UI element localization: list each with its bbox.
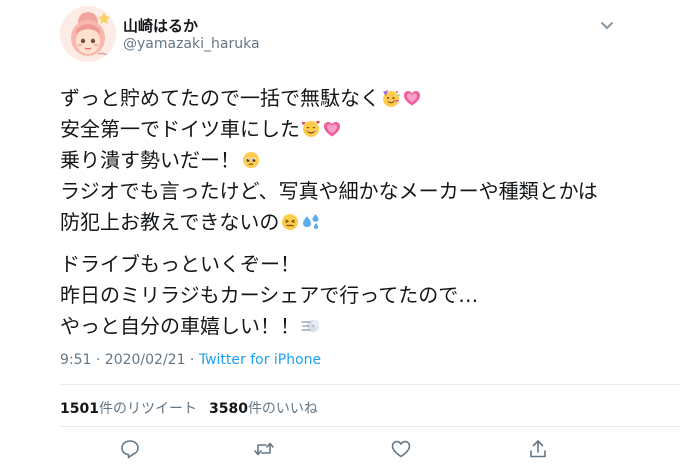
tweet-line: ずっと貯めてたので一括で無駄なく: [60, 83, 660, 114]
divider: [60, 384, 680, 385]
tweet-card: 山崎はるか @yamazaki_haruka ずっと貯めてたので一括で無駄なく安…: [0, 0, 680, 469]
retweet-button[interactable]: [253, 438, 275, 460]
heart-icon: [391, 440, 411, 458]
tweet-line: 昨日のミリラジもカーシェアで行ってたので…: [60, 280, 660, 311]
tweet-line-text: 乗り潰す勢いだー！: [60, 148, 240, 172]
retweet-label: 件のリツイート: [98, 401, 197, 417]
share-button[interactable]: [527, 438, 549, 460]
retweet-icon: [254, 442, 274, 456]
growing-heart-emoji: [402, 88, 422, 108]
tweet-line-text: ラジオでも言ったけど、写真や細かなメーカーや種類とかは: [60, 179, 598, 203]
tweet-line: やっと自分の車嬉しい！！: [60, 311, 660, 342]
partying-face-emoji: [381, 88, 401, 108]
avatar[interactable]: [60, 6, 116, 62]
share-icon: [530, 440, 546, 458]
tweet-stats: 1501件のリツイート 3580件のいいね: [60, 398, 318, 418]
retweet-stat[interactable]: 1501件のリツイート: [60, 401, 197, 417]
reply-button[interactable]: [119, 438, 141, 460]
like-button[interactable]: [390, 438, 412, 460]
tweet-line: 乗り潰す勢いだー！: [60, 145, 660, 176]
like-count: 3580: [208, 401, 248, 417]
tweet-line: ラジオでも言ったけど、写真や細かなメーカーや種類とかは: [60, 176, 660, 207]
pleading-face-emoji: [241, 150, 261, 170]
tweet-line: ドライブもっといくぞー！: [60, 249, 660, 280]
tweet-line-text: ドライブもっといくぞー！: [60, 252, 300, 276]
tweet-line-text: 安全第一でドイツ車にした: [60, 117, 300, 141]
user-handle[interactable]: @yamazaki_haruka: [123, 36, 260, 52]
sweat-droplets-emoji: [301, 212, 321, 232]
chevron-down-icon[interactable]: [596, 14, 618, 36]
display-name[interactable]: 山崎はるか: [123, 15, 198, 36]
tweet-text: ずっと貯めてたので一括で無駄なく 安全第一でドイツ車にした 乗り潰す勢いだー！ ラジオ…: [60, 83, 660, 342]
tweet-line-text: やっと自分の車嬉しい！！: [60, 314, 300, 338]
tweet-paragraph: ドライブもっといくぞー！ 昨日のミリラジもカーシェアで行ってたので… やっと自分の車…: [60, 249, 660, 342]
tweet-source[interactable]: Twitter for iPhone: [199, 352, 321, 368]
tweet-paragraph: ずっと貯めてたので一括で無駄なく 安全第一でドイツ車にした 乗り潰す勢いだー！ ラジオ…: [60, 83, 660, 238]
reply-icon: [121, 440, 139, 459]
tweet-line-text: 昨日のミリラジもカーシェアで行ってたので…: [60, 283, 479, 307]
persevering-face-emoji: [280, 212, 300, 232]
like-stat[interactable]: 3580件のいいね: [209, 401, 318, 417]
dashing-away-emoji: [301, 316, 321, 336]
smiling-face-with-hearts-emoji: [301, 119, 321, 139]
divider: [60, 426, 680, 427]
retweet-count: 1501: [60, 401, 99, 417]
tweet-line: 防犯上お教えできないの: [60, 207, 660, 238]
tweet-time[interactable]: 9:51 · 2020/02/21 ·: [60, 352, 199, 368]
like-label: 件のいいね: [247, 401, 318, 417]
tweet-line: 安全第一でドイツ車にした: [60, 114, 660, 145]
tweet-line-text: 防犯上お教えできないの: [60, 210, 280, 234]
growing-heart-emoji: [322, 119, 342, 139]
tweet-line-text: ずっと貯めてたので一括で無駄なく: [60, 86, 380, 110]
tweet-timestamp: 9:51 · 2020/02/21 · Twitter for iPhone: [60, 352, 321, 368]
